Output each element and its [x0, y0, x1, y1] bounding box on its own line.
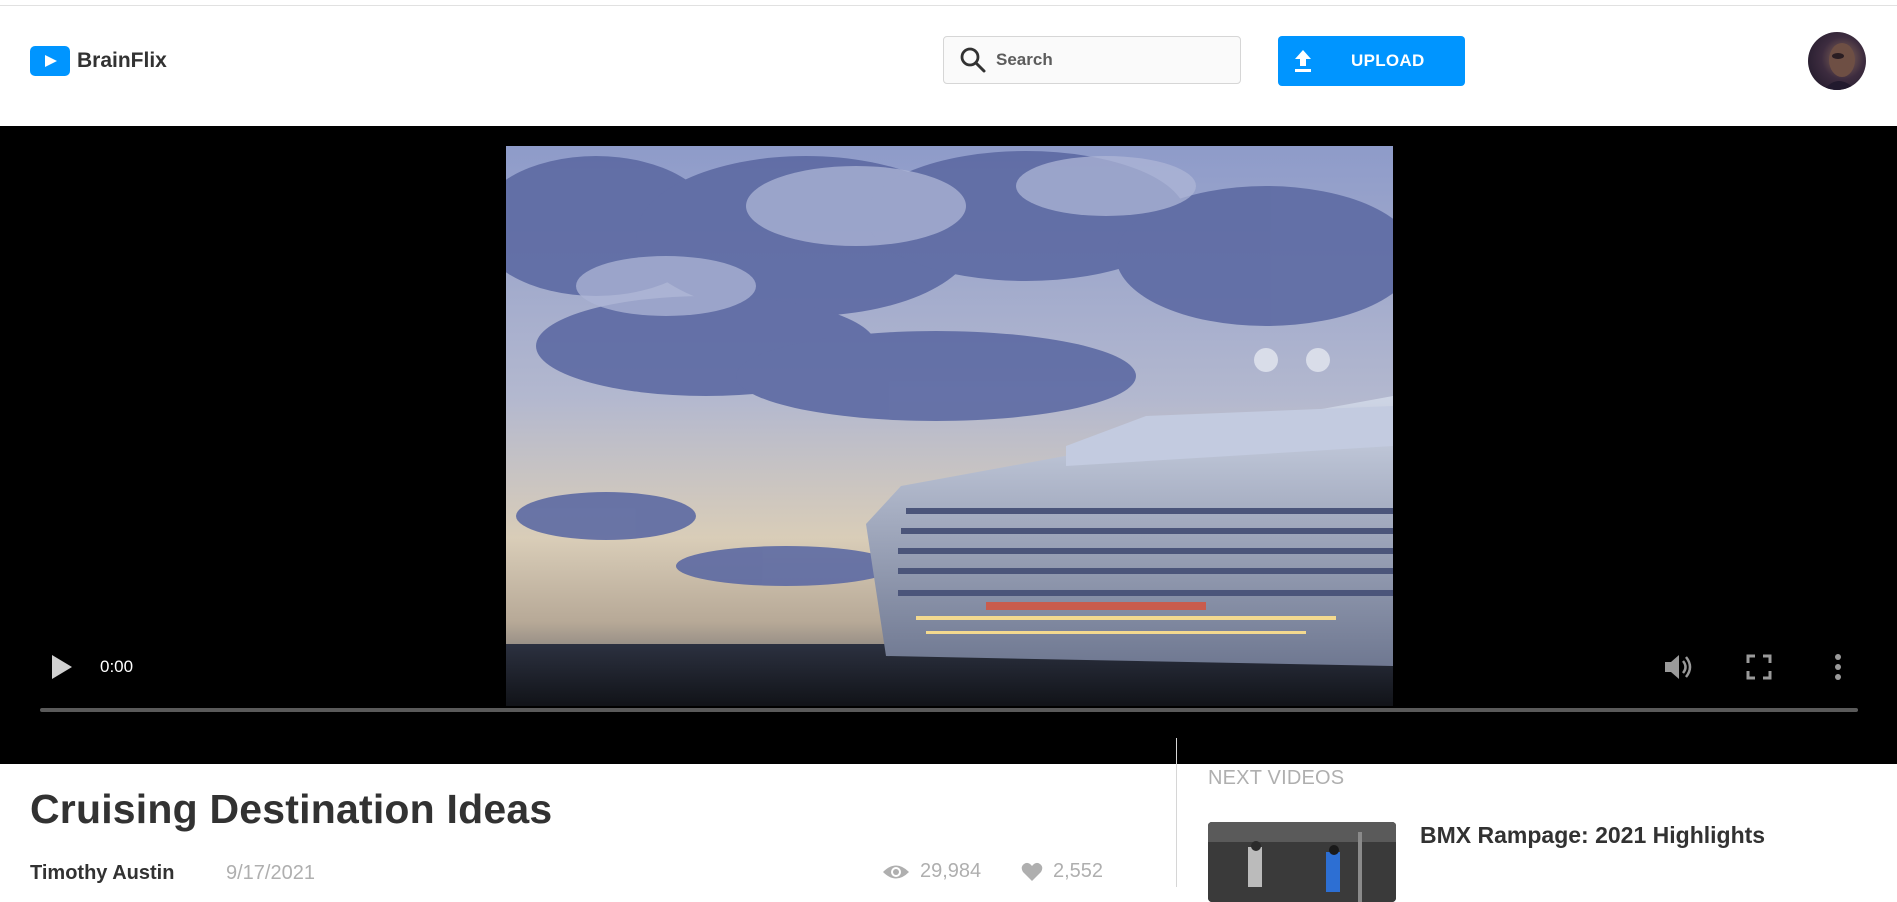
section-divider: [1176, 738, 1177, 887]
like-count[interactable]: 2,552: [1021, 860, 1103, 883]
like-count-value: 2,552: [1053, 860, 1104, 882]
video-player[interactable]: 0:00: [0, 126, 1897, 764]
avatar-image: [1824, 43, 1856, 90]
view-count-value: 29,984: [920, 860, 982, 882]
next-video-thumbnail[interactable]: [1208, 822, 1396, 902]
search-icon: [960, 47, 986, 73]
upload-button[interactable]: UPLOAD: [1278, 36, 1465, 86]
play-logo-icon: [30, 46, 70, 76]
video-frame[interactable]: [506, 146, 1393, 706]
brand-name: BrainFlix: [77, 49, 167, 72]
video-date: 9/17/2021: [226, 862, 315, 884]
bmx-thumbnail-image: [1208, 822, 1396, 902]
video-title: Cruising Destination Ideas: [30, 786, 553, 832]
search-box[interactable]: [943, 36, 1241, 84]
fullscreen-icon[interactable]: [1742, 650, 1776, 684]
cruise-ship-poster: [506, 146, 1393, 706]
more-options-icon[interactable]: [1821, 650, 1855, 684]
volume-icon[interactable]: [1661, 650, 1695, 684]
upload-button-label: UPLOAD: [1351, 51, 1425, 70]
view-count: 29,984: [882, 860, 981, 883]
next-videos-heading: NEXT VIDEOS: [1208, 767, 1345, 789]
next-video-title[interactable]: BMX Rampage: 2021 Highlights: [1420, 822, 1765, 849]
upload-icon: [1295, 50, 1311, 72]
user-avatar[interactable]: [1808, 32, 1866, 90]
next-video-item[interactable]: BMX Rampage: 2021 Highlights: [1208, 822, 1848, 902]
heart-icon: [1021, 862, 1043, 881]
brand-logo[interactable]: BrainFlix: [30, 43, 167, 79]
search-input[interactable]: [994, 49, 1218, 71]
video-author: Timothy Austin: [30, 862, 175, 884]
eye-icon: [883, 865, 909, 878]
progress-bar[interactable]: [40, 708, 1858, 712]
play-button[interactable]: [48, 652, 74, 682]
site-header: BrainFlix UPLOAD: [0, 6, 1897, 126]
current-time: 0:00: [100, 657, 134, 676]
